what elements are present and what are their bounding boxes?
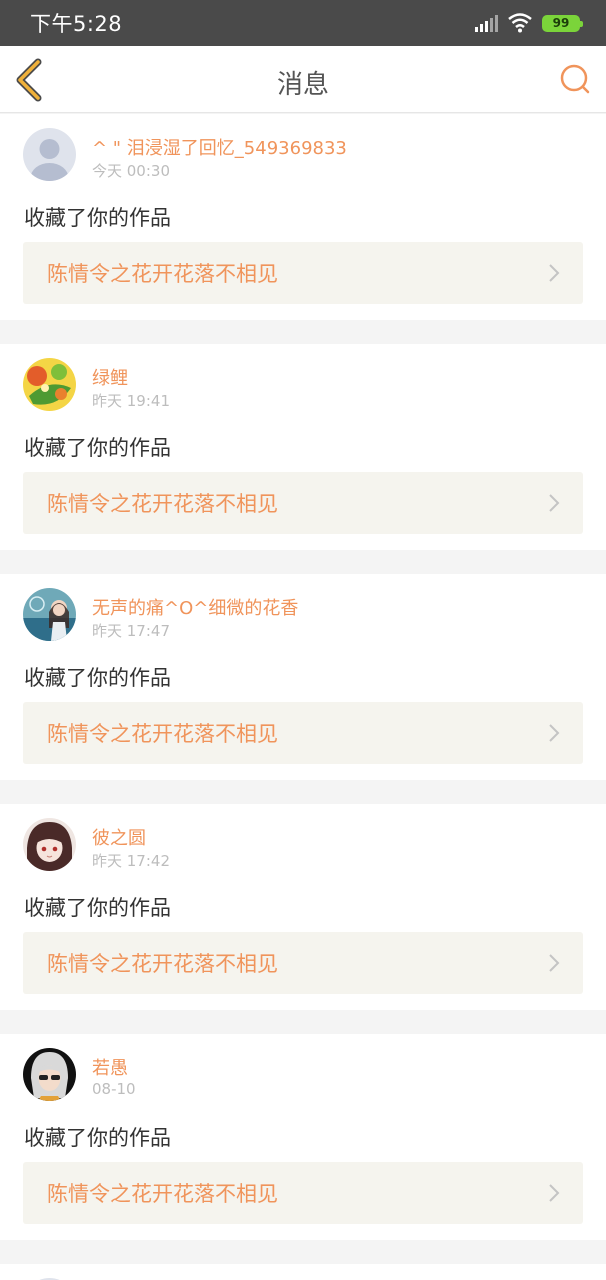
chevron-right-icon [549, 724, 560, 742]
chevron-right-icon [549, 264, 560, 282]
status-time: 下午5:28 [30, 12, 123, 36]
chevron-right-icon [549, 954, 560, 972]
timestamp: 昨天 17:47 [92, 622, 170, 640]
work-title: 陈情令之花开花落不相见 [47, 1182, 278, 1206]
avatar[interactable] [23, 818, 76, 871]
work-title: 陈情令之花开花落不相见 [47, 722, 278, 746]
username[interactable]: 若愚 [92, 1054, 128, 1080]
avatar[interactable] [23, 1048, 76, 1101]
work-title: 陈情令之花开花落不相见 [47, 952, 278, 976]
avatar[interactable] [23, 358, 76, 411]
message-card: 彼之圆 昨天 17:42 收藏了你的作品 陈情令之花开花落不相见 [0, 804, 606, 1010]
work-link[interactable]: 陈情令之花开花落不相见 [23, 472, 583, 534]
action-text: 收藏了你的作品 [24, 666, 171, 690]
username[interactable]: 绿鲤 [92, 364, 128, 390]
message-card: 若愚 08-10 收藏了你的作品 陈情令之花开花落不相见 [0, 1034, 606, 1240]
work-link[interactable]: 陈情令之花开花落不相见 [23, 242, 583, 304]
action-text: 收藏了你的作品 [24, 206, 171, 230]
work-title: 陈情令之花开花落不相见 [47, 262, 278, 286]
battery-level: 99 [552, 16, 570, 30]
nav-bar: 消息 [0, 46, 606, 113]
avatar[interactable] [23, 128, 76, 181]
username[interactable]: 彼之圆 [92, 824, 146, 850]
username[interactable]: 无声的痛^O^细微的花香 [92, 594, 298, 620]
message-card: ^ " 泪浸湿了回忆_549369833 今天 00:30 收藏了你的作品 陈情… [0, 114, 606, 320]
message-card: 绿鲤 昨天 19:41 收藏了你的作品 陈情令之花开花落不相见 [0, 344, 606, 550]
search-icon[interactable] [558, 62, 592, 96]
timestamp: 昨天 17:42 [92, 852, 170, 870]
work-link[interactable]: 陈情令之花开花落不相见 [23, 1162, 583, 1224]
action-text: 收藏了你的作品 [24, 436, 171, 460]
timestamp: 08-10 [92, 1080, 136, 1098]
status-bar: 下午5:28 99 [0, 0, 606, 46]
work-title: 陈情令之花开花落不相见 [47, 492, 278, 516]
status-icons: 99 [475, 13, 583, 33]
chevron-right-icon [549, 494, 560, 512]
work-link[interactable]: 陈情令之花开花落不相见 [23, 702, 583, 764]
action-text: 收藏了你的作品 [24, 896, 171, 920]
message-card-partial [0, 1264, 606, 1280]
timestamp: 今天 00:30 [92, 162, 170, 180]
action-text: 收藏了你的作品 [24, 1126, 171, 1150]
page-title: 消息 [276, 70, 329, 100]
timestamp: 昨天 19:41 [92, 392, 170, 410]
message-list: ^ " 泪浸湿了回忆_549369833 今天 00:30 收藏了你的作品 陈情… [0, 114, 606, 1280]
chevron-right-icon [549, 1184, 560, 1202]
message-card: 无声的痛^O^细微的花香 昨天 17:47 收藏了你的作品 陈情令之花开花落不相… [0, 574, 606, 780]
username[interactable]: ^ " 泪浸湿了回忆_549369833 [92, 134, 347, 160]
battery-icon: 99 [542, 14, 583, 32]
work-link[interactable]: 陈情令之花开花落不相见 [23, 932, 583, 994]
avatar[interactable] [23, 588, 76, 641]
wifi-icon [508, 13, 532, 33]
signal-icon [475, 14, 498, 32]
